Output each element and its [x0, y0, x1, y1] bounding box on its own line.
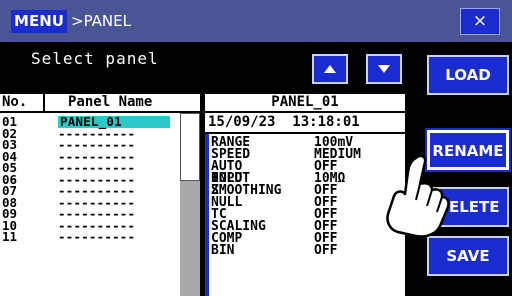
- arrow-down-icon: [378, 65, 390, 73]
- setting-value: OFF: [314, 243, 338, 258]
- setting-key: BIN: [211, 243, 235, 258]
- close-button[interactable]: ×: [460, 8, 500, 35]
- load-button[interactable]: LOAD: [427, 55, 509, 95]
- list-header: No. Panel Name: [0, 94, 200, 113]
- column-header-no: No.: [2, 94, 28, 110]
- header-separator: [43, 94, 45, 111]
- panel-list: No. Panel Name 01 PANEL_01 02 ---------- 0…: [0, 94, 200, 296]
- scroll-up-button[interactable]: [312, 54, 348, 84]
- detail-datetime: 15/09/23 13:18:01: [208, 114, 360, 130]
- scroll-down-button[interactable]: [366, 54, 402, 84]
- title-bar: MENU >PANEL ×: [0, 0, 512, 42]
- row-number: 11: [2, 229, 18, 244]
- detail-divider: [205, 132, 405, 134]
- pointing-hand-icon: [386, 154, 450, 238]
- row-name: ----------: [58, 229, 136, 244]
- panel-detail: PANEL_01 15/09/23 13:18:01 RANGE 100mV SP…: [205, 94, 405, 296]
- page-prompt: Select panel: [31, 49, 159, 68]
- detail-accent-bar: [205, 134, 209, 296]
- list-rows: 01 PANEL_01 02 ---------- 03 ---------- 04-…: [0, 116, 180, 243]
- arrow-up-icon: [324, 65, 336, 73]
- detail-title: PANEL_01: [205, 94, 405, 113]
- column-header-name: Panel Name: [68, 94, 153, 110]
- breadcrumb: >PANEL: [71, 12, 131, 30]
- list-scrollbar-thumb[interactable]: [180, 113, 200, 181]
- list-item[interactable]: 11 ----------: [0, 231, 180, 243]
- save-button[interactable]: SAVE: [427, 236, 509, 276]
- menu-tag[interactable]: MENU: [11, 10, 67, 33]
